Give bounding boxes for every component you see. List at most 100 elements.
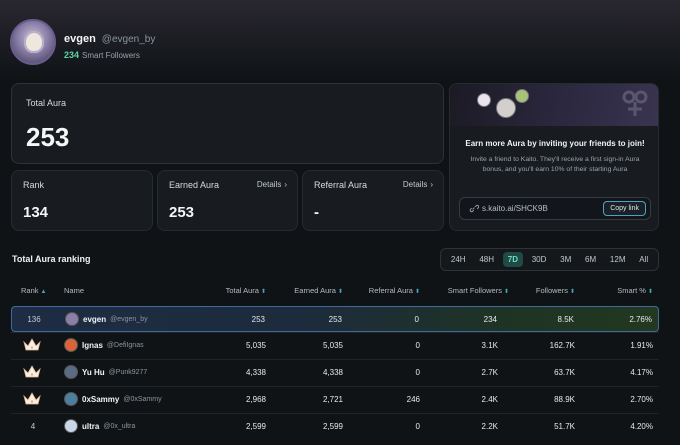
row-divider	[11, 386, 659, 387]
rank-cell: 136	[27, 315, 41, 324]
period-selector: 24H 48H 7D 30D 3M 6M 12M All	[440, 248, 659, 271]
column-earned-aura[interactable]: Earned Aura ⬍	[294, 286, 343, 295]
earned-aura-cell: 2,599	[322, 422, 343, 431]
column-earned-aura-label: Earned Aura	[294, 286, 336, 295]
column-referral-aura-label: Referral Aura	[368, 286, 413, 295]
smart-followers-label: Smart Followers	[82, 51, 140, 60]
user-handle: @evgen_by	[110, 315, 148, 323]
row-divider	[11, 332, 659, 333]
table-row[interactable]: Ignas @DefiIgnas 5,035 5,035 0 3.1K 162.…	[11, 333, 659, 359]
referral-aura-value: -	[314, 204, 319, 221]
earned-aura-details-link[interactable]: Details ›	[257, 180, 287, 189]
user-handle: @Punk9277	[108, 368, 148, 376]
table-row[interactable]: 4 ultra @0x_ultra 2,599 2,599 0 2.2K 51.…	[11, 414, 659, 440]
earned-aura-cell: 2,721	[322, 395, 343, 404]
friend-avatar	[515, 89, 529, 103]
ranking-title: Total Aura ranking	[12, 254, 91, 264]
total-aura-cell: 5,035	[245, 341, 266, 350]
table-row[interactable]: 0xSammy @0xSammy 2,968 2,721 246 2.4K 88…	[11, 387, 659, 413]
earned-aura-details-label: Details	[256, 180, 282, 189]
column-followers[interactable]: Followers ⬍	[536, 286, 575, 295]
ranking-table-header: Rank ▲ Name Total Aura ⬍ Earned Aura ⬍ Refe…	[11, 286, 659, 300]
referral-aura-details-link[interactable]: Details ›	[403, 180, 433, 189]
column-smart-followers[interactable]: Smart Followers ⬍	[448, 286, 509, 295]
user-name: Ignas	[82, 340, 103, 350]
followers-cell: 51.7K	[554, 422, 575, 431]
column-total-aura-label: Total Aura	[225, 286, 259, 295]
column-rank-label: Rank	[21, 286, 39, 295]
period-7d[interactable]: 7D	[502, 252, 523, 267]
sort-icon: ⬍	[647, 289, 653, 295]
profile-handle[interactable]: @evgen_by	[102, 34, 156, 45]
link-icon	[469, 204, 479, 213]
followers-cell: 63.7K	[554, 368, 575, 377]
smart-followers-cell: 2.2K	[481, 422, 498, 431]
kaito-logo-icon	[622, 90, 648, 116]
period-3m[interactable]: 3M	[555, 252, 576, 267]
user-handle: @0xSammy	[123, 395, 162, 403]
sort-icon: ⬍	[337, 289, 343, 295]
earned-aura-cell: 5,035	[322, 341, 343, 350]
total-aura-cell: 2,599	[245, 422, 266, 431]
column-referral-aura[interactable]: Referral Aura ⬍	[369, 286, 420, 295]
sort-icon: ⬍	[260, 289, 266, 295]
row-divider	[11, 413, 659, 414]
column-rank[interactable]: Rank ▲	[21, 286, 46, 295]
smart-pct-cell: 4.17%	[630, 368, 653, 377]
user-avatar	[65, 312, 79, 326]
user-cell[interactable]: evgen @evgen_by	[65, 312, 148, 326]
row-divider	[11, 359, 659, 360]
user-cell[interactable]: Ignas @DefiIgnas	[64, 338, 144, 352]
referral-aura-label: Referral Aura	[314, 180, 368, 190]
smart-pct-cell: 2.70%	[630, 395, 653, 404]
total-aura-label: Total Aura	[26, 98, 67, 108]
column-total-aura[interactable]: Total Aura ⬍	[226, 286, 266, 295]
referral-aura-cell: 0	[415, 368, 420, 377]
table-row[interactable]: Yu Hu @Punk9277 4,338 4,338 0 2.7K 63.7K…	[11, 360, 659, 386]
followers-cell: 162.7K	[549, 341, 575, 350]
referral-aura-cell: 0	[415, 422, 420, 431]
invite-link-field[interactable]: s.kaito.ai/SHCK9B Copy link	[459, 197, 651, 220]
smart-pct-cell: 1.91%	[630, 341, 653, 350]
smart-followers-cell: 234	[483, 315, 497, 324]
smart-pct-cell: 2.76%	[629, 315, 652, 324]
column-smart-pct[interactable]: Smart % ⬍	[617, 286, 653, 295]
smart-pct-cell: 4.20%	[630, 422, 653, 431]
user-handle: @0x_ultra	[103, 422, 136, 430]
period-6m[interactable]: 6M	[580, 252, 601, 267]
user-cell[interactable]: ultra @0x_ultra	[64, 419, 135, 433]
rank-cell: 4	[30, 422, 36, 431]
user-cell[interactable]: 0xSammy @0xSammy	[64, 392, 162, 406]
referral-aura-cell: 0	[415, 341, 420, 350]
total-aura-cell: 4,338	[245, 368, 266, 377]
user-avatar	[64, 338, 78, 352]
user-avatar	[64, 392, 78, 406]
period-12m[interactable]: 12M	[605, 252, 631, 267]
column-name: Name	[64, 286, 85, 295]
earned-aura-value: 253	[169, 204, 195, 221]
avatar[interactable]	[10, 19, 56, 65]
user-name: evgen	[83, 314, 107, 324]
period-30d[interactable]: 30D	[527, 252, 552, 267]
invite-title: Earn more Aura by inviting your friends …	[465, 139, 645, 148]
total-aura-value: 253	[26, 122, 70, 152]
period-all[interactable]: All	[634, 252, 653, 267]
smart-followers-cell: 2.7K	[481, 368, 498, 377]
table-row-current-user[interactable]: 136 evgen @evgen_by 253 253 0 234 8.5K 2…	[11, 306, 659, 332]
followers-cell: 88.9K	[554, 395, 575, 404]
profile-name: evgen	[64, 33, 96, 45]
friend-avatar	[477, 93, 491, 107]
sort-icon: ⬍	[503, 289, 509, 295]
copy-link-button[interactable]: Copy link	[603, 201, 646, 216]
sort-icon: ⬍	[414, 289, 420, 295]
user-cell[interactable]: Yu Hu @Punk9277	[64, 365, 147, 379]
rank-label: Rank	[23, 180, 45, 190]
chevron-right-icon: ›	[284, 180, 287, 189]
period-24h[interactable]: 24H	[446, 252, 471, 267]
sort-icon: ▲	[40, 289, 47, 295]
chevron-right-icon: ›	[430, 180, 433, 189]
earned-aura-cell: 253	[328, 315, 342, 324]
period-48h[interactable]: 48H	[474, 252, 499, 267]
column-followers-label: Followers	[535, 286, 568, 295]
user-avatar	[64, 365, 78, 379]
